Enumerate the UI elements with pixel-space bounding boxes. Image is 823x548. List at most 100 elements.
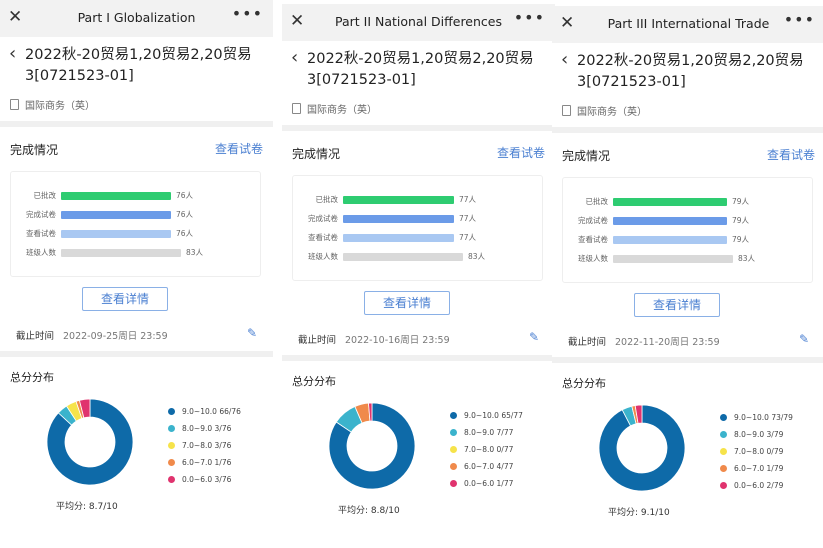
top-bar: ✕ Part II National Differences ••• (282, 4, 555, 41)
back-chevron-icon[interactable]: ‹ (9, 43, 16, 64)
legend-dot (168, 476, 175, 483)
close-icon[interactable]: ✕ (560, 13, 574, 33)
top-bar: ✕ Part I Globalization ••• (0, 0, 273, 37)
course-name: 2022秋-20贸易1,20贸易2,20贸易3[0721523-01] (307, 51, 534, 88)
bar (61, 211, 171, 219)
completion-bar-chart: 已批改 79人 完成试卷 79人 查看试卷 79人 班级人数 83人 (562, 177, 813, 283)
legend-item: 8.0~9.0 3/76 (168, 420, 241, 437)
bar-row: 完成试卷 79人 (563, 215, 812, 227)
edit-pencil-icon[interactable]: ✎ (799, 332, 809, 346)
phone-panel: ✕ Part II National Differences ••• ‹ 2022秋-2… (282, 4, 555, 546)
deadline-label: 截止时间 (568, 337, 607, 348)
legend-item: 8.0~9.0 3/79 (720, 426, 793, 443)
more-icon[interactable]: ••• (232, 4, 263, 23)
deadline-label: 截止时间 (16, 331, 55, 342)
legend-item: 8.0~9.0 7/77 (450, 424, 523, 441)
bar-label: 完成试卷 (26, 210, 56, 219)
view-detail-button[interactable]: 查看详情 (634, 293, 720, 317)
bar-row: 查看试卷 76人 (11, 228, 260, 240)
average-score: 平均分: 9.1/10 (608, 505, 670, 518)
legend: 9.0~10.0 73/79 8.0~9.0 3/79 7.0~8.0 0/79 6.… (720, 409, 793, 494)
legend-count: 73/79 (771, 413, 793, 422)
completion-section: 完成情况 查看试卷 已批改 76人 完成试卷 76人 查看试卷 76人 班级人数 83人 查看详情截… (0, 127, 273, 351)
bar-label: 已批改 (315, 195, 339, 204)
bar-value: 76人 (176, 191, 194, 200)
bar-value: 83人 (738, 254, 756, 263)
bar-value: 79人 (732, 235, 750, 244)
legend-range: 9.0~10.0 (464, 411, 499, 420)
phone-panel: ✕ Part I Globalization ••• ‹ 2022秋-20贸易1,20贸… (0, 0, 273, 542)
legend-range: 8.0~9.0 (464, 428, 495, 437)
completion-title: 完成情况 (10, 143, 59, 157)
legend-item: 7.0~8.0 0/79 (720, 443, 793, 460)
legend-item: 6.0~7.0 1/76 (168, 454, 241, 471)
bar-label: 已批改 (33, 191, 57, 200)
score-distribution-section: 总分分布 9.0~10.0 65/77 8.0~9.0 7/77 7.0~8.0 0/… (282, 361, 555, 546)
legend-count: 3/76 (214, 441, 232, 450)
bar-label: 班级人数 (308, 252, 338, 261)
window-title: Part I Globalization (77, 10, 196, 25)
legend-count: 3/76 (214, 424, 232, 433)
bar-value: 77人 (459, 214, 477, 223)
bar (613, 217, 727, 225)
bar-row: 班级人数 83人 (11, 247, 260, 259)
bar-label: 已批改 (585, 197, 609, 206)
legend-dot (450, 446, 457, 453)
back-chevron-icon[interactable]: ‹ (561, 49, 568, 70)
average-label: 平均分: (56, 502, 87, 512)
subject-name: 国际商务（英） (307, 105, 377, 116)
bar-row: 完成试卷 76人 (11, 209, 260, 221)
completion-bar-chart: 已批改 76人 完成试卷 76人 查看试卷 76人 班级人数 83人 (10, 171, 261, 277)
view-detail-button[interactable]: 查看详情 (364, 291, 450, 315)
completion-section: 完成情况 查看试卷 已批改 77人 完成试卷 77人 查看试卷 77人 班级人数 83人 查看详情截… (282, 131, 555, 355)
bar-label: 查看试卷 (578, 235, 608, 244)
more-icon[interactable]: ••• (784, 10, 815, 29)
edit-pencil-icon[interactable]: ✎ (529, 330, 539, 344)
completion-title: 完成情况 (292, 147, 341, 161)
bar (343, 253, 463, 261)
legend-range: 7.0~8.0 (464, 445, 495, 454)
legend-item: 6.0~7.0 1/79 (720, 460, 793, 477)
deadline-row: 截止时间 2022-09-25周日 23:59 ✎ (0, 319, 273, 351)
bar-label: 查看试卷 (26, 229, 56, 238)
course-name: 2022秋-20贸易1,20贸易2,20贸易3[0721523-01] (577, 53, 804, 90)
book-icon (10, 99, 19, 110)
legend-range: 8.0~9.0 (182, 424, 213, 433)
bar-row: 已批改 77人 (293, 194, 542, 206)
edit-pencil-icon[interactable]: ✎ (247, 326, 257, 340)
legend-item: 9.0~10.0 73/79 (720, 409, 793, 426)
book-icon (562, 105, 571, 116)
deadline-date: 2022-09-25周日 23:59 (63, 331, 168, 342)
phone-panel: ✕ Part III International Trade ••• ‹ 2022秋-2… (552, 6, 823, 548)
view-detail-button[interactable]: 查看详情 (82, 287, 168, 311)
distribution-title: 总分分布 (10, 371, 54, 384)
legend-range: 6.0~7.0 (182, 458, 213, 467)
average-value: 9.1/10 (640, 508, 670, 518)
legend-item: 0.0~6.0 2/79 (720, 477, 793, 494)
legend-range: 7.0~8.0 (182, 441, 213, 450)
legend-count: 7/77 (496, 428, 514, 437)
back-chevron-icon[interactable]: ‹ (291, 47, 298, 68)
bar (61, 192, 171, 200)
close-icon[interactable]: ✕ (290, 11, 304, 31)
legend-range: 0.0~6.0 (464, 479, 495, 488)
bar-value: 83人 (186, 248, 204, 257)
view-paper-link[interactable]: 查看试卷 (497, 144, 545, 161)
top-bar: ✕ Part III International Trade ••• (552, 6, 823, 43)
legend-count: 4/77 (496, 462, 514, 471)
course-header: ‹ 2022秋-20贸易1,20贸易2,20贸易3[0721523-01] 国际商务… (0, 37, 273, 121)
bar-label: 班级人数 (26, 248, 56, 257)
legend-item: 9.0~10.0 65/77 (450, 407, 523, 424)
window-title: Part III International Trade (607, 16, 770, 31)
view-paper-link[interactable]: 查看试卷 (215, 140, 263, 157)
legend-dot (720, 448, 727, 455)
bar-value: 76人 (176, 210, 194, 219)
view-paper-link[interactable]: 查看试卷 (767, 146, 815, 163)
legend-dot (450, 463, 457, 470)
close-icon[interactable]: ✕ (8, 7, 22, 27)
legend-range: 6.0~7.0 (734, 464, 765, 473)
subject-name: 国际商务（英） (25, 101, 95, 112)
more-icon[interactable]: ••• (514, 8, 545, 27)
legend-count: 1/77 (496, 479, 514, 488)
subject-row: 国际商务（英） (10, 97, 95, 112)
